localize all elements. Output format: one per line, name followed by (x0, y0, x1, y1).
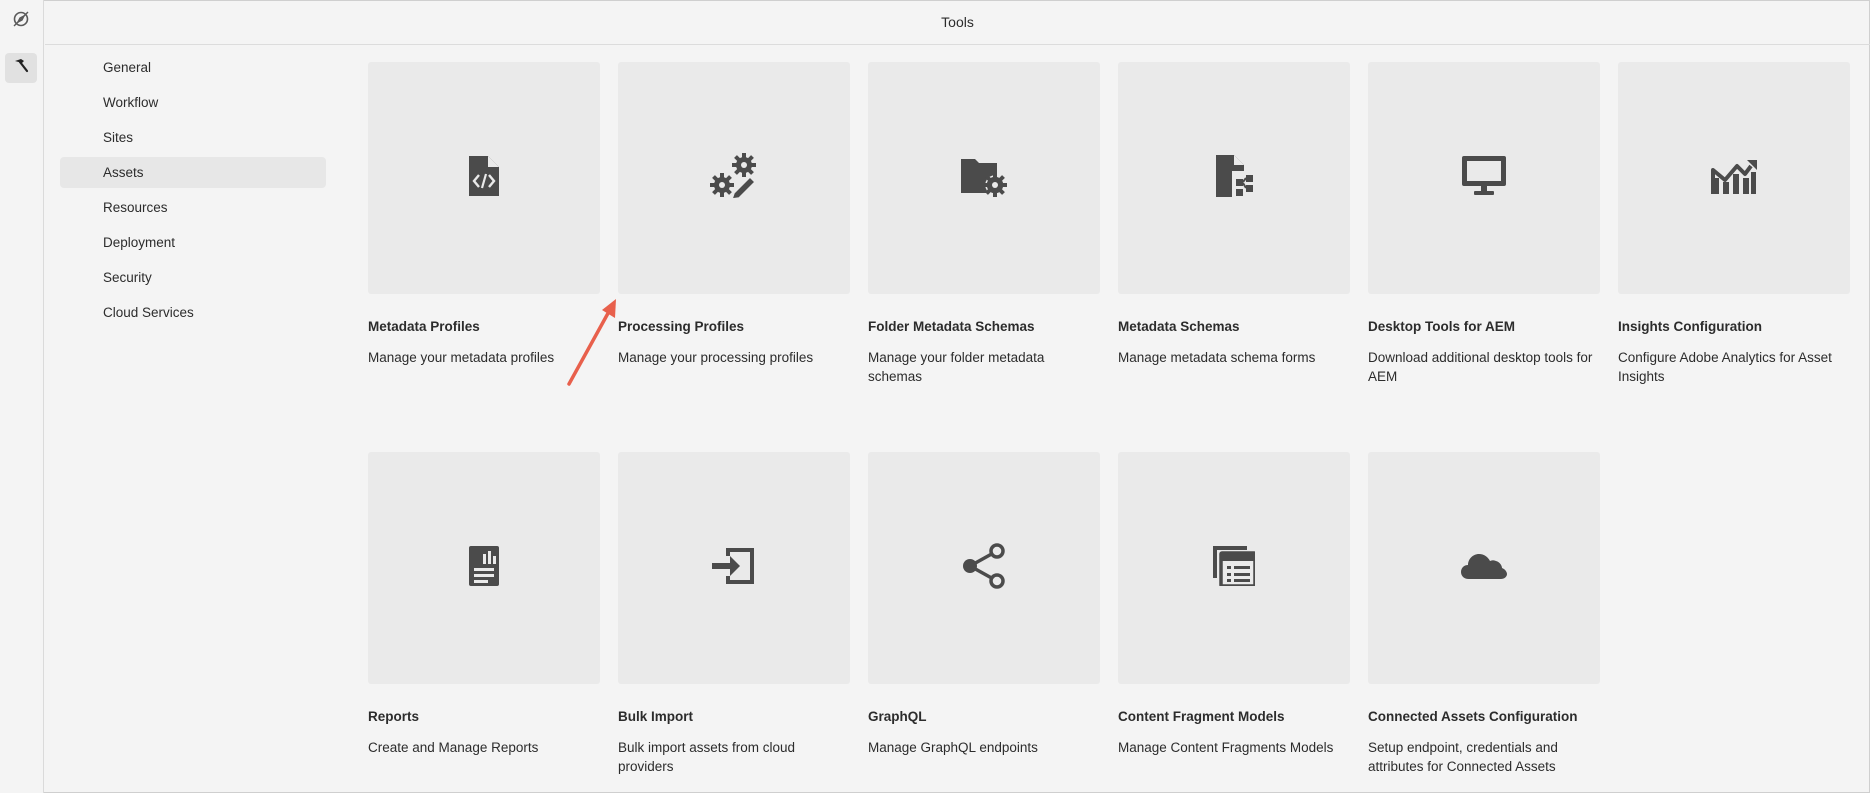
card-tile[interactable] (1368, 452, 1600, 684)
card-tile[interactable] (618, 452, 850, 684)
nav-item-resources[interactable]: Resources (60, 192, 326, 223)
nav-item-security[interactable]: Security (60, 262, 326, 293)
card-description: Configure Adobe Analytics for Asset Insi… (1618, 350, 1832, 384)
card-description: Download additional desktop tools for AE… (1368, 350, 1593, 384)
tool-card-folder-metadata-schemas[interactable]: Folder Metadata Schemas Manage your fold… (868, 62, 1100, 386)
folder-gear-icon (961, 155, 1007, 202)
nav-item-label: Sites (103, 130, 134, 145)
card-tile[interactable] (368, 452, 600, 684)
nav-item-workflow[interactable]: Workflow (60, 87, 326, 118)
nav-item-label: Resources (103, 200, 168, 215)
import-icon (712, 546, 756, 591)
share-icon (961, 542, 1007, 594)
tool-card-metadata-schemas[interactable]: Metadata Schemas Manage metadata schema … (1118, 62, 1350, 367)
tool-card-graphql[interactable]: GraphQL Manage GraphQL endpoints (868, 452, 1100, 757)
card-tile[interactable] (368, 62, 600, 294)
tools-button[interactable] (5, 53, 37, 83)
nav-item-label: Deployment (103, 235, 176, 250)
tool-card-processing-profiles[interactable]: Processing Profiles Manage your processi… (618, 62, 850, 367)
tool-card-content-fragment-models[interactable]: Content Fragment Models Manage Content F… (1118, 452, 1350, 757)
nav-item-general[interactable]: General (60, 52, 326, 83)
cloud-icon (1461, 551, 1507, 586)
card-title: GraphQL (868, 709, 927, 724)
page-header: Tools (45, 0, 1870, 45)
nav-item-deployment[interactable]: Deployment (60, 227, 326, 258)
card-tile[interactable] (868, 452, 1100, 684)
card-title: Connected Assets Configuration (1368, 709, 1578, 724)
nav-item-assets[interactable]: Assets (60, 157, 326, 188)
nav-item-sites[interactable]: Sites (60, 122, 326, 153)
gears-edit-icon (710, 152, 758, 204)
card-title: Bulk Import (618, 709, 694, 724)
tool-card-reports[interactable]: Reports Create and Manage Reports (368, 452, 600, 757)
card-description: Manage your processing profiles (618, 350, 814, 365)
tool-card-bulk-import[interactable]: Bulk Import Bulk import assets from clou… (618, 452, 850, 776)
card-title: Folder Metadata Schemas (868, 319, 1035, 334)
card-tile[interactable] (618, 62, 850, 294)
fragment-list-icon (1213, 545, 1257, 591)
card-tile[interactable] (1368, 62, 1600, 294)
card-tile[interactable] (1118, 62, 1350, 294)
nav-item-cloud-services[interactable]: Cloud Services (60, 297, 326, 328)
card-title: Processing Profiles (618, 319, 745, 334)
nav-item-label: Cloud Services (103, 305, 194, 320)
page-title: Tools (941, 14, 974, 30)
hammer-icon (11, 56, 31, 81)
card-title: Content Fragment Models (1118, 709, 1285, 724)
nav-item-label: Assets (103, 165, 144, 180)
file-code-icon (466, 155, 502, 201)
card-description: Manage GraphQL endpoints (868, 740, 1038, 755)
card-tile[interactable] (1618, 62, 1850, 294)
card-description: Bulk import assets from cloud providers (618, 740, 796, 774)
monitor-icon (1462, 155, 1506, 201)
tools-category-nav: General Workflow Sites Assets Resources … (60, 52, 326, 332)
annotation-arrow (560, 296, 620, 397)
navigation-toggle-button[interactable] (5, 6, 37, 36)
card-title: Desktop Tools for AEM (1368, 319, 1516, 334)
card-title: Reports (368, 709, 420, 724)
tool-card-insights-configuration[interactable]: Insights Configuration Configure Adobe A… (1618, 62, 1850, 386)
nav-item-label: Security (103, 270, 152, 285)
card-description: Create and Manage Reports (368, 740, 539, 755)
card-description: Manage Content Fragments Models (1118, 740, 1334, 755)
tool-card-connected-assets-configuration[interactable]: Connected Assets Configuration Setup end… (1368, 452, 1600, 776)
navigation-icon (11, 9, 31, 34)
card-tile[interactable] (1118, 452, 1350, 684)
tool-card-desktop-tools[interactable]: Desktop Tools for AEM Download additiona… (1368, 62, 1600, 386)
nav-item-label: General (103, 60, 152, 75)
nav-item-label: Workflow (103, 95, 159, 110)
card-title: Insights Configuration (1618, 319, 1762, 334)
card-tile[interactable] (868, 62, 1100, 294)
file-tree-icon (1214, 154, 1254, 202)
left-rail (0, 0, 44, 793)
report-icon (469, 545, 499, 591)
card-description: Setup endpoint, credentials and attribut… (1368, 740, 1558, 774)
card-title: Metadata Schemas (1118, 319, 1240, 334)
card-description: Manage your folder metadata schemas (868, 350, 1045, 384)
analytics-icon (1711, 156, 1757, 201)
card-description: Manage metadata schema forms (1118, 350, 1316, 365)
